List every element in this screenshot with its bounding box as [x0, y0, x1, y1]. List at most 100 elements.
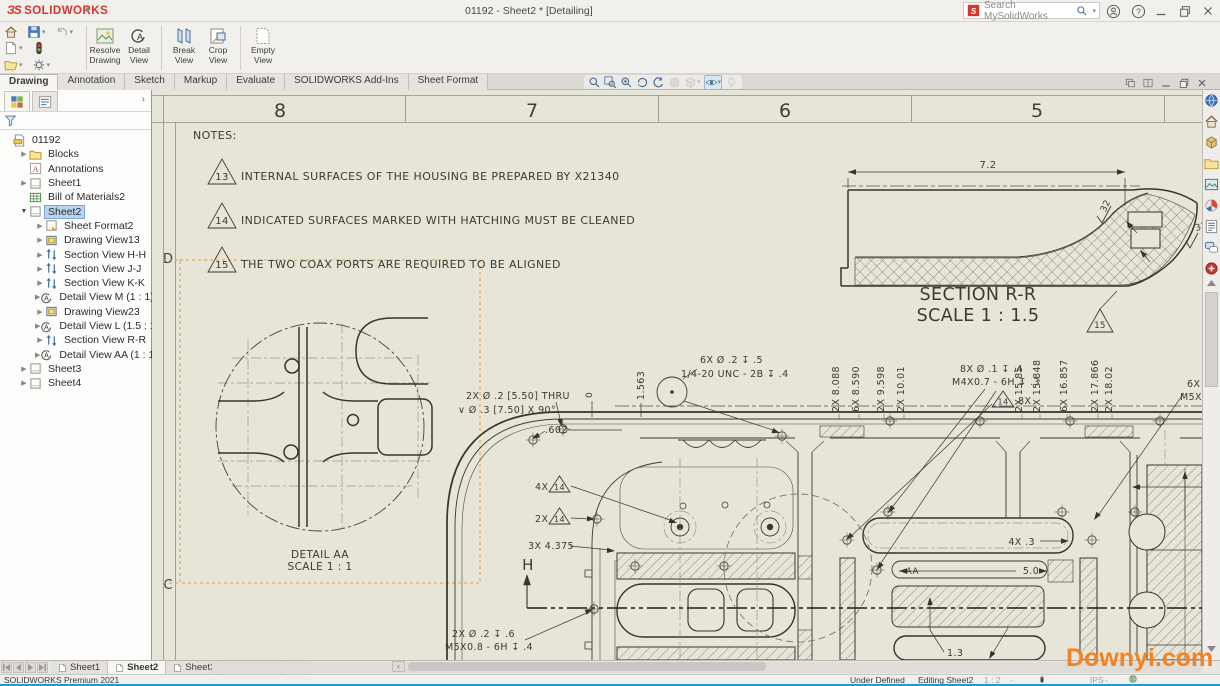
tab-markup[interactable]: Markup [174, 74, 228, 90]
save-button[interactable]: ▾ [27, 25, 46, 39]
task-pane-chat-button[interactable] [1203, 237, 1220, 258]
task-pane-props-button[interactable] [1203, 216, 1220, 237]
tree-item-section-view-k-k[interactable]: ▶ Section View K-K [0, 276, 151, 290]
resolve-drawing-button[interactable]: Resolve Drawing [88, 23, 122, 65]
zone-row-label: C [163, 578, 172, 593]
task-pane-home-button[interactable] [1203, 111, 1220, 132]
collapse-up-icon[interactable] [1207, 280, 1216, 286]
tree-item-sheet3[interactable]: ▶ Sheet3 [0, 362, 151, 376]
dim-label: 2X 9.598 [876, 366, 887, 412]
undo-button[interactable]: ▾ [55, 25, 73, 39]
new-doc-icon [4, 41, 18, 55]
tree-expand-icon[interactable]: ▶ [35, 265, 45, 273]
tab-annotation[interactable]: Annotation [58, 74, 126, 90]
home-button[interactable] [4, 25, 18, 39]
restore-button[interactable] [1176, 2, 1194, 20]
sheet-tab-sheet2[interactable]: Sheet2 [108, 661, 167, 674]
tree-expand-icon[interactable]: ▶ [19, 365, 29, 373]
tree-expand-icon[interactable]: ▶ [19, 379, 29, 387]
tab-sheet-format[interactable]: Sheet Format [408, 74, 489, 90]
dim-label: 14 [554, 483, 565, 492]
tree-expand-icon[interactable]: ▶ [35, 251, 45, 259]
feature-tree-tab[interactable] [4, 91, 30, 111]
logo-caret-icon[interactable]: ▸ [86, 4, 91, 15]
search-input[interactable]: Search MySolidWorks ▾ [963, 0, 1100, 22]
tree-expand-icon[interactable]: ▶ [35, 279, 45, 287]
tree-item-sheet2[interactable]: ▼ Sheet2 [0, 204, 151, 219]
search-caret-icon[interactable]: ▾ [1092, 7, 1096, 15]
task-pane-ball-button[interactable] [1203, 195, 1220, 216]
horizontal-scrollbar-thumb[interactable] [408, 662, 766, 671]
mag-view-tool[interactable] [588, 76, 601, 89]
tab-solidworks-add-ins[interactable]: SOLIDWORKS Add-Ins [285, 74, 409, 90]
last-sheet-button[interactable] [37, 662, 48, 673]
panel-tabs: › [0, 90, 151, 112]
break-view-button[interactable]: Break View [167, 23, 201, 65]
task-pane-recovery-button[interactable] [1203, 258, 1220, 279]
search-icon[interactable] [1076, 5, 1088, 17]
tree-expand-icon[interactable]: ▶ [35, 222, 45, 230]
task-pane-palette-button[interactable] [1203, 174, 1220, 195]
task-pane-cube3d-button[interactable] [1203, 132, 1220, 153]
rebuild-button[interactable] [32, 41, 46, 55]
new-doc-button[interactable]: ▾ [4, 41, 23, 55]
first-sheet-button[interactable] [1, 662, 12, 673]
drawing-graphics-area[interactable]: 8 7 6 5DC 13 INTERNAL SURFACES OF THE HOUSIN… [152, 90, 1202, 660]
open-folder-button[interactable]: ▾ [4, 58, 23, 72]
task-pane-folder-button[interactable] [1203, 153, 1220, 174]
magpm-view-tool[interactable] [620, 76, 633, 89]
tree-expand-icon[interactable]: ▶ [19, 179, 29, 187]
redraw-view-tool[interactable] [652, 76, 665, 89]
sphere-view-tool[interactable] [668, 76, 681, 89]
minimize-button[interactable] [1152, 2, 1170, 20]
tree-expand-icon[interactable]: ▶ [35, 308, 45, 316]
vertical-scrollbar-thumb[interactable] [1205, 292, 1218, 387]
tree-item-annotations[interactable]: Annotations [0, 162, 151, 176]
next-sheet-button[interactable] [25, 662, 36, 673]
tree-item-detail-view-l-1-5-1[interactable]: ▶ Detail View L (1.5 : 1) [0, 319, 159, 333]
panel-expand-icon[interactable]: › [142, 94, 145, 105]
scroll-left-button[interactable]: ‹ [392, 661, 405, 672]
close-button[interactable] [1199, 2, 1217, 20]
sheet-tab-sheet1[interactable]: Sheet1 [51, 661, 109, 674]
detail-view-button[interactable]: Detail View [122, 23, 156, 65]
sheet-nav-buttons[interactable] [1, 662, 48, 673]
tree-expand-icon[interactable]: ▶ [19, 150, 29, 158]
prev-sheet-button[interactable] [13, 662, 24, 673]
tree-item-sheet1[interactable]: ▶ Sheet1 [0, 176, 151, 190]
open-folder-icon [4, 58, 18, 72]
tab-evaluate[interactable]: Evaluate [227, 74, 286, 90]
cube-view-tool[interactable]: ▾ [684, 76, 701, 89]
tree-item-detail-view-aa-1-1[interactable]: ▶ Detail View AA (1 : 1) [0, 347, 158, 361]
tab-sketch[interactable]: Sketch [125, 74, 175, 90]
task-pane-globe-button[interactable] [1203, 90, 1220, 111]
help-icon[interactable] [1129, 2, 1147, 20]
cube3d-icon [1204, 135, 1219, 150]
settings-button[interactable]: ▾ [32, 58, 50, 72]
display-manager-tab[interactable] [32, 91, 58, 111]
tree-item-drawing-view23[interactable]: ▶ Drawing View23 [0, 305, 151, 319]
svg-text:INTERNAL SURFACES OF THE HOUSI: INTERNAL SURFACES OF THE HOUSING BE PREP… [241, 170, 620, 183]
tree-expand-icon[interactable]: ▶ [35, 236, 45, 244]
tree-expand-icon[interactable]: ▼ [19, 208, 29, 215]
empty-view-button[interactable]: Empty View [246, 23, 280, 65]
user-account-icon[interactable] [1104, 2, 1122, 20]
tree-item-section-view-r-r[interactable]: ▶ Section View R-R [0, 333, 151, 347]
tree-item-drawing-view13[interactable]: ▶ Drawing View13 [0, 233, 151, 247]
tree-item-sheet4[interactable]: ▶ Sheet4 [0, 376, 151, 390]
tree-item-section-view-j-j[interactable]: ▶ Section View J-J [0, 262, 151, 276]
bulb-view-tool[interactable] [725, 76, 738, 89]
eye-view-tool[interactable]: ▾ [703, 74, 723, 90]
tab-drawing[interactable]: Drawing [0, 74, 59, 90]
tree-item-detail-view-m-1-1[interactable]: ▶ Detail View M (1 : 1) [0, 290, 154, 304]
magbox-view-tool[interactable] [604, 76, 617, 89]
tree-filter[interactable] [0, 112, 151, 130]
tree-item-blocks[interactable]: ▶ Blocks [0, 147, 151, 161]
tree-item-section-view-h-h[interactable]: ▶ Section View H-H [0, 247, 151, 261]
tree-item-bill-of-materials2[interactable]: Bill of Materials2 [0, 190, 151, 204]
tree-expand-icon[interactable]: ▶ [35, 336, 45, 344]
tree-item-01192[interactable]: 01192 [0, 133, 151, 147]
tree-item-sheet-format2[interactable]: ▶ Sheet Format2 [0, 219, 151, 233]
crop-view-button[interactable]: Crop View [201, 23, 235, 65]
rotate-view-tool[interactable] [636, 76, 649, 89]
